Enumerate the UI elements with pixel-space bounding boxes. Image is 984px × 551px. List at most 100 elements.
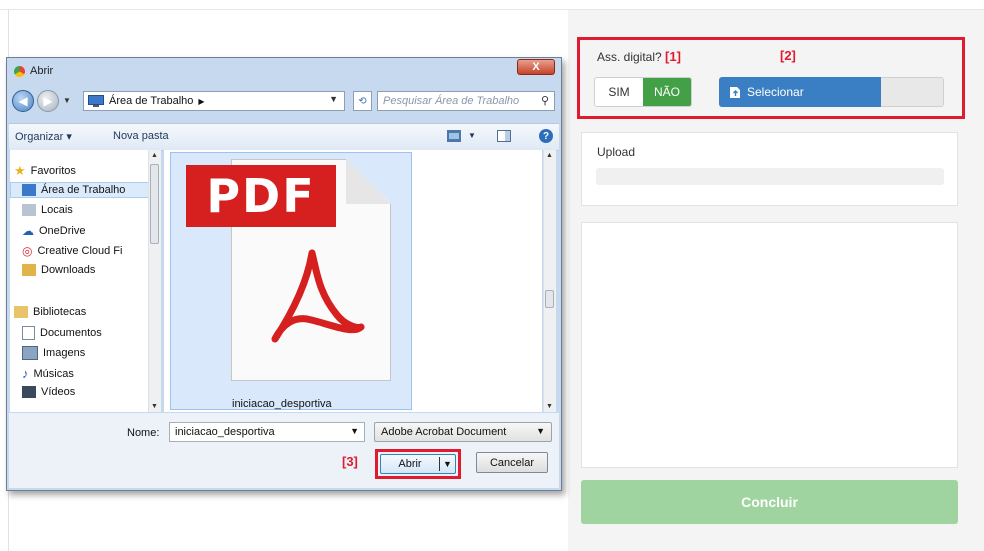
nav-item-imagens[interactable]: Imagens (22, 346, 85, 360)
filetype-select[interactable]: Adobe Acrobat Document ▼ (374, 422, 552, 442)
address-dropdown-icon[interactable]: ▼ (329, 94, 338, 104)
filename-input[interactable]: iniciacao_desportiva ▼ (169, 422, 365, 442)
view-dropdown-icon[interactable]: ▼ (468, 131, 476, 140)
nav-item-locais[interactable]: Locais (22, 204, 73, 216)
back-arrow-icon[interactable]: ◀ (12, 90, 34, 112)
organize-menu[interactable]: Organizar ▾ (15, 130, 72, 143)
refresh-icon[interactable]: ⟲ (353, 91, 372, 111)
dialog-toolbar: Organizar ▾ Nova pasta ▼ ? (9, 123, 559, 151)
scroll-down-icon[interactable]: ▼ (151, 403, 158, 410)
select-file-label: Selecionar (747, 85, 804, 99)
acrobat-logo-icon (271, 249, 365, 343)
marker-3: [3] (342, 454, 358, 469)
nav-item-downloads[interactable]: Downloads (22, 264, 95, 276)
nav-favorites-label: Favoritos (30, 165, 76, 177)
image-icon (22, 346, 38, 360)
scroll-up-icon[interactable]: ▲ (546, 152, 553, 159)
pdf-badge-icon: PDF (186, 165, 336, 227)
nav-libraries-label: Bibliotecas (33, 306, 87, 318)
help-icon[interactable]: ? (539, 129, 553, 143)
nav-item-desktop[interactable]: Área de Trabalho (22, 184, 125, 196)
forward-arrow-icon[interactable]: ▶ (37, 90, 59, 112)
preview-pane-icon[interactable] (497, 130, 511, 142)
nav-item-label: OneDrive (39, 225, 86, 237)
marker-2: [2] (780, 48, 796, 63)
upload-progress-bar (596, 168, 944, 185)
nav-item-documentos[interactable]: Documentos (22, 326, 102, 340)
document-icon (22, 326, 35, 340)
nav-item-label: Vídeos (41, 386, 76, 398)
open-dropdown-icon[interactable]: ▼ (440, 459, 455, 469)
toggle-sim[interactable]: SIM (595, 78, 643, 106)
preview-card (581, 222, 958, 468)
open-button[interactable]: Abrir ▼ (380, 454, 456, 474)
signature-label: Ass. digital? (597, 50, 662, 64)
file-select-group: Selecionar (719, 77, 944, 107)
nav-item-label: Locais (41, 204, 73, 216)
dialog-close-button[interactable]: X (517, 59, 555, 75)
scroll-up-icon[interactable]: ▲ (151, 152, 158, 159)
chrome-icon (14, 65, 25, 77)
dialog-titlebar: Abrir (14, 65, 53, 77)
nav-libraries[interactable]: Bibliotecas (14, 306, 86, 318)
file-upload-icon (730, 86, 740, 98)
concluir-button[interactable]: Concluir (581, 480, 958, 524)
desktop-folder-icon (22, 184, 36, 196)
selected-file-display (881, 77, 944, 107)
signature-label-row: Ass. digital? [1] (597, 49, 681, 64)
nav-item-label: Creative Cloud Fi (37, 245, 123, 257)
address-path: Área de Trabalho (109, 95, 194, 107)
nav-item-label: Músicas (33, 367, 74, 380)
marker-1: [1] (665, 49, 681, 64)
files-scrollbar[interactable]: ▲ ▼ (543, 150, 556, 412)
nav-item-onedrive[interactable]: ☁ OneDrive (22, 224, 85, 238)
filename-dropdown-icon[interactable]: ▼ (350, 426, 359, 436)
file-name: iniciacao_desportiva (232, 398, 332, 410)
nav-item-label: Documentos (40, 327, 102, 339)
navigation-pane: ★ Favoritos Área de Trabalho Locais ☁ On… (10, 150, 161, 412)
dialog-title: Abrir (30, 65, 54, 77)
address-bar[interactable]: Área de Trabalho ▶ ▼ (83, 91, 345, 111)
breadcrumb-arrow-icon[interactable]: ▶ (198, 97, 204, 106)
cloud-icon: ☁ (22, 224, 34, 238)
file-item-pdf[interactable]: PDF iniciacao_desportiva (170, 152, 412, 410)
libraries-icon (14, 306, 28, 318)
nav-item-musicas[interactable]: ♪ Músicas (22, 366, 74, 381)
select-file-button[interactable]: Selecionar (719, 77, 881, 107)
open-file-dialog: Abrir X ◀ ▶ ▼ Área de Trabalho ▶ ▼ ⟲ Pes… (6, 57, 562, 491)
music-note-icon: ♪ (22, 366, 29, 381)
search-icon[interactable]: ⚲ (541, 94, 549, 107)
toggle-nao[interactable]: NÃO (643, 78, 691, 106)
recent-places-icon (22, 204, 36, 216)
filename-label: Nome: (127, 427, 160, 439)
nav-item-videos[interactable]: Vídeos (22, 386, 75, 398)
filename-value: iniciacao_desportiva (175, 426, 275, 438)
history-dropdown-icon[interactable]: ▼ (63, 96, 71, 105)
nav-item-label: Imagens (43, 347, 86, 359)
nav-item-label: Área de Trabalho (41, 184, 126, 196)
filetype-value: Adobe Acrobat Document (381, 426, 507, 438)
open-button-label: Abrir (398, 458, 422, 470)
file-list: PDF iniciacao_desportiva (164, 150, 542, 412)
signature-toggle[interactable]: SIM NÃO (594, 77, 692, 107)
nav-favorites[interactable]: ★ Favoritos (14, 163, 76, 179)
nav-scroll-thumb[interactable] (150, 164, 159, 244)
files-scroll-thumb[interactable] (545, 290, 554, 308)
upload-label: Upload (597, 145, 636, 159)
nav-scrollbar[interactable]: ▲ ▼ (148, 150, 161, 412)
new-folder-button[interactable]: Nova pasta (113, 130, 169, 142)
pdf-fold-icon (346, 159, 391, 204)
nav-item-creative-cloud[interactable]: ◎ Creative Cloud Fi (22, 244, 122, 258)
nav-item-label: Downloads (41, 264, 96, 276)
scroll-down-icon[interactable]: ▼ (546, 403, 553, 410)
change-view-icon[interactable] (447, 130, 461, 142)
star-icon: ★ (14, 163, 26, 178)
desktop-icon (88, 95, 104, 107)
cancel-button[interactable]: Cancelar (476, 452, 548, 473)
search-placeholder: Pesquisar Área de Trabalho (383, 95, 520, 107)
search-input[interactable]: Pesquisar Área de Trabalho ⚲ (377, 91, 555, 111)
highlight-box-open: Abrir ▼ (375, 449, 461, 479)
video-icon (22, 386, 36, 398)
creative-cloud-icon: ◎ (22, 244, 33, 258)
filetype-dropdown-icon: ▼ (536, 426, 545, 436)
